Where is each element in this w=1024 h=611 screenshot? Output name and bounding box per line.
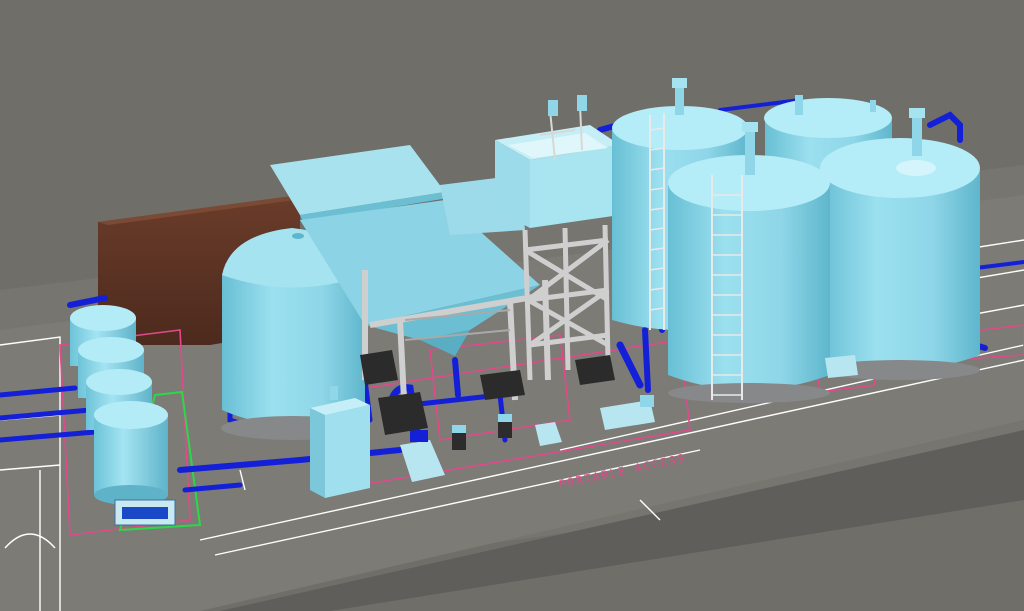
plant-layout-viewport: PORTABLE ACCESS	[0, 0, 1024, 611]
tank-front-right	[820, 108, 980, 380]
pump-6	[825, 355, 858, 378]
tank-nozzle	[292, 233, 304, 239]
pump-2	[452, 425, 466, 450]
tank-front-mid	[668, 122, 830, 403]
plant-3d-scene: PORTABLE ACCESS	[0, 78, 1024, 611]
vessel-4	[94, 401, 168, 505]
pump-3	[498, 414, 512, 438]
